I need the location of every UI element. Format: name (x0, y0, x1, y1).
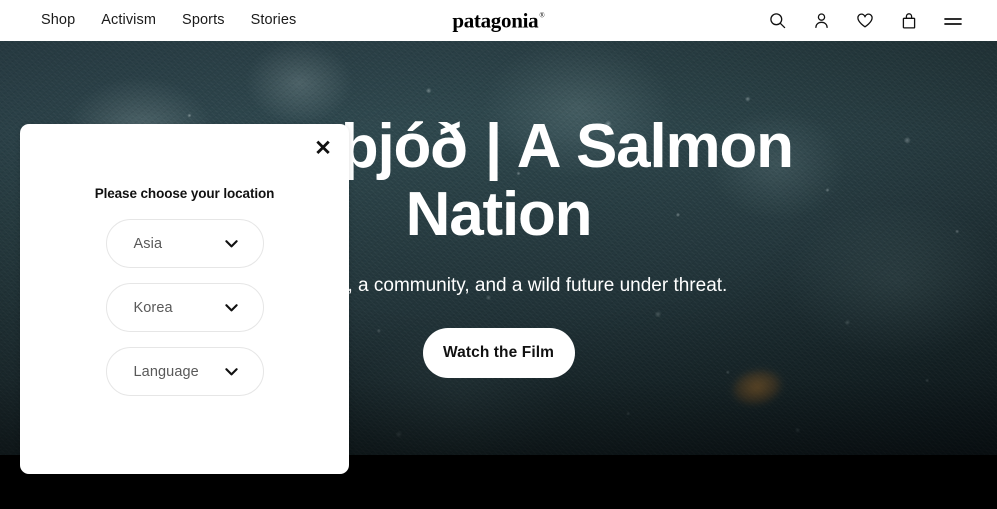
location-chooser-modal: ✕ Please choose your location Asia Korea (20, 124, 349, 474)
close-icon[interactable]: ✕ (306, 131, 340, 165)
nav-link-sports[interactable]: Sports (182, 13, 225, 28)
location-modal-body: Please choose your location Asia Korea L… (20, 186, 349, 396)
location-modal-heading: Please choose your location (94, 186, 275, 201)
country-select-value: Korea (133, 299, 173, 316)
country-select[interactable]: Korea (105, 283, 264, 332)
language-select[interactable]: Language (105, 347, 264, 396)
heart-icon[interactable] (855, 11, 875, 31)
nav-link-stories[interactable]: Stories (251, 13, 297, 28)
patagonia-logo[interactable]: patagonia ® (452, 10, 544, 31)
watch-the-film-button[interactable]: Watch the Film (422, 328, 575, 378)
bag-icon[interactable] (899, 11, 919, 31)
chevron-down-icon (224, 303, 238, 312)
utility-navigation (767, 11, 963, 31)
page-root: Shop Activism Sports Stories patagonia ® (0, 0, 997, 509)
language-select-value: Language (133, 363, 199, 380)
registered-trademark-icon: ® (539, 11, 545, 19)
search-icon[interactable] (767, 11, 787, 31)
chevron-down-icon (224, 239, 238, 248)
hamburger-menu-icon[interactable] (943, 11, 963, 31)
nav-link-activism[interactable]: Activism (101, 13, 156, 28)
account-icon[interactable] (811, 11, 831, 31)
region-select-value: Asia (133, 235, 163, 252)
region-select[interactable]: Asia (105, 219, 264, 268)
brand-wordmark: patagonia (452, 8, 539, 32)
nav-link-shop[interactable]: Shop (41, 13, 75, 28)
primary-navigation: Shop Activism Sports Stories (41, 13, 296, 28)
site-header: Shop Activism Sports Stories patagonia ® (0, 0, 997, 41)
chevron-down-icon (224, 367, 238, 376)
